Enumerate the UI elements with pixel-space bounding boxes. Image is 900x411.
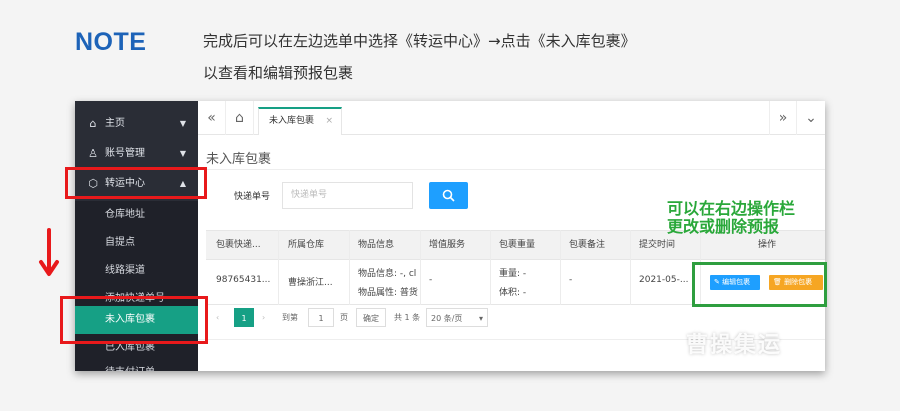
arrow-down-icon bbox=[39, 228, 59, 276]
search-icon bbox=[442, 189, 455, 202]
home-tab-icon[interactable]: ⌂ bbox=[226, 101, 254, 135]
cell-remark: - bbox=[569, 275, 573, 285]
user-icon: ♙ bbox=[88, 147, 98, 160]
note-title: NOTE bbox=[75, 28, 147, 56]
column-divider bbox=[349, 230, 350, 305]
col-header-item-info: 物品信息 bbox=[358, 240, 395, 250]
column-divider bbox=[420, 230, 421, 305]
col-header-remark: 包裹备注 bbox=[569, 240, 606, 250]
cell-item-attr: 物品属性: 普货 bbox=[358, 288, 418, 298]
goto-page-input[interactable]: 1 bbox=[308, 308, 334, 327]
page-size-select[interactable]: 20 条/页 ▾ bbox=[426, 308, 488, 327]
page-button-current[interactable]: 1 bbox=[234, 308, 254, 327]
sidebar-subitem-route-channel[interactable]: 线路渠道 bbox=[75, 257, 198, 285]
tracking-number-label: 快递单号 bbox=[234, 192, 271, 202]
page-size-value: 20 条/页 bbox=[431, 314, 463, 323]
note-instruction-line-1: 完成后可以在左边选单中选择《转运中心》→点击《未入库包裹》 bbox=[203, 32, 636, 50]
logo-icon bbox=[652, 340, 678, 355]
sidebar-subitem-unpaid-orders[interactable]: 待支付订单 bbox=[75, 359, 198, 371]
total-count: 共 1 条 bbox=[394, 313, 421, 322]
caret-down-icon: ▼ bbox=[179, 119, 186, 128]
page-unit-label: 页 bbox=[340, 313, 348, 322]
annotation-line-2: 更改或删除预报 bbox=[667, 217, 780, 236]
watermark-text: 曹操集运 bbox=[686, 333, 783, 358]
annotation-text: 可以在右边操作栏 更改或删除预报 bbox=[667, 200, 795, 236]
next-page-icon[interactable]: › bbox=[262, 308, 274, 327]
cell-weight: 重量: - bbox=[499, 269, 527, 279]
cell-item-info: 物品信息: -, cl bbox=[358, 269, 417, 279]
sidebar-subitem-warehouse-address[interactable]: 仓库地址 bbox=[75, 201, 198, 229]
column-divider bbox=[490, 230, 491, 305]
highlight-actions-column bbox=[692, 262, 827, 307]
scroll-left-icon[interactable]: « bbox=[198, 101, 226, 135]
close-icon[interactable]: × bbox=[325, 109, 333, 133]
column-divider bbox=[630, 230, 631, 305]
search-button[interactable] bbox=[429, 182, 468, 209]
highlight-pending-packages bbox=[60, 296, 208, 344]
col-header-weight: 包裹重量 bbox=[499, 240, 536, 250]
tab-label: 未入库包裹 bbox=[269, 116, 315, 126]
chevron-down-icon[interactable]: ⌄ bbox=[797, 101, 825, 135]
col-header-tracking: 包裹快递... bbox=[216, 240, 261, 250]
cell-service: - bbox=[429, 275, 433, 285]
home-icon: ⌂ bbox=[89, 117, 97, 130]
cell-tracking: 98765431... bbox=[216, 275, 271, 285]
cell-volume: 体积: - bbox=[499, 288, 527, 298]
chevron-down-icon: ▾ bbox=[478, 314, 483, 323]
col-header-warehouse: 所属仓库 bbox=[288, 240, 325, 250]
sidebar-subitem-pickup-point[interactable]: 自提点 bbox=[75, 229, 198, 257]
page-title: 未入库包裹 bbox=[206, 152, 272, 167]
sidebar-item-home[interactable]: ⌂ 主页 ▼ bbox=[75, 109, 198, 139]
prev-page-icon[interactable]: ‹ bbox=[216, 308, 228, 327]
cell-warehouse: 曹操浙江... bbox=[288, 278, 333, 288]
watermark: 曹操集运 bbox=[650, 327, 782, 359]
sidebar-item-label: 账号管理 bbox=[105, 148, 145, 159]
sidebar-item-label: 主页 bbox=[105, 118, 125, 129]
sidebar-item-account[interactable]: ♙ 账号管理 ▼ bbox=[75, 139, 198, 169]
highlight-transfer-center bbox=[65, 167, 207, 199]
goto-label: 到第 bbox=[282, 313, 298, 322]
note-instruction-line-2: 以查看和编辑预报包裹 bbox=[203, 64, 354, 82]
goto-confirm-button[interactable]: 确定 bbox=[356, 308, 386, 327]
column-divider bbox=[278, 230, 279, 305]
col-header-service: 增值服务 bbox=[429, 240, 466, 250]
scroll-right-icon[interactable]: » bbox=[769, 101, 797, 135]
tab-bar: « ⌂ 未入库包裹 × » ⌄ bbox=[198, 101, 825, 135]
pagination: ‹ 1 › 到第 1 页 确定 共 1 条 20 条/页 ▾ bbox=[206, 308, 666, 328]
tab-pending-packages[interactable]: 未入库包裹 × bbox=[258, 107, 342, 135]
tracking-number-input[interactable]: 快递单号 bbox=[282, 182, 413, 209]
caret-down-icon: ▼ bbox=[179, 149, 186, 158]
divider bbox=[198, 169, 825, 170]
annotation-line-1: 可以在右边操作栏 bbox=[667, 199, 796, 218]
cell-submit-time: 2021-05-... bbox=[639, 275, 689, 285]
column-divider bbox=[560, 230, 561, 305]
